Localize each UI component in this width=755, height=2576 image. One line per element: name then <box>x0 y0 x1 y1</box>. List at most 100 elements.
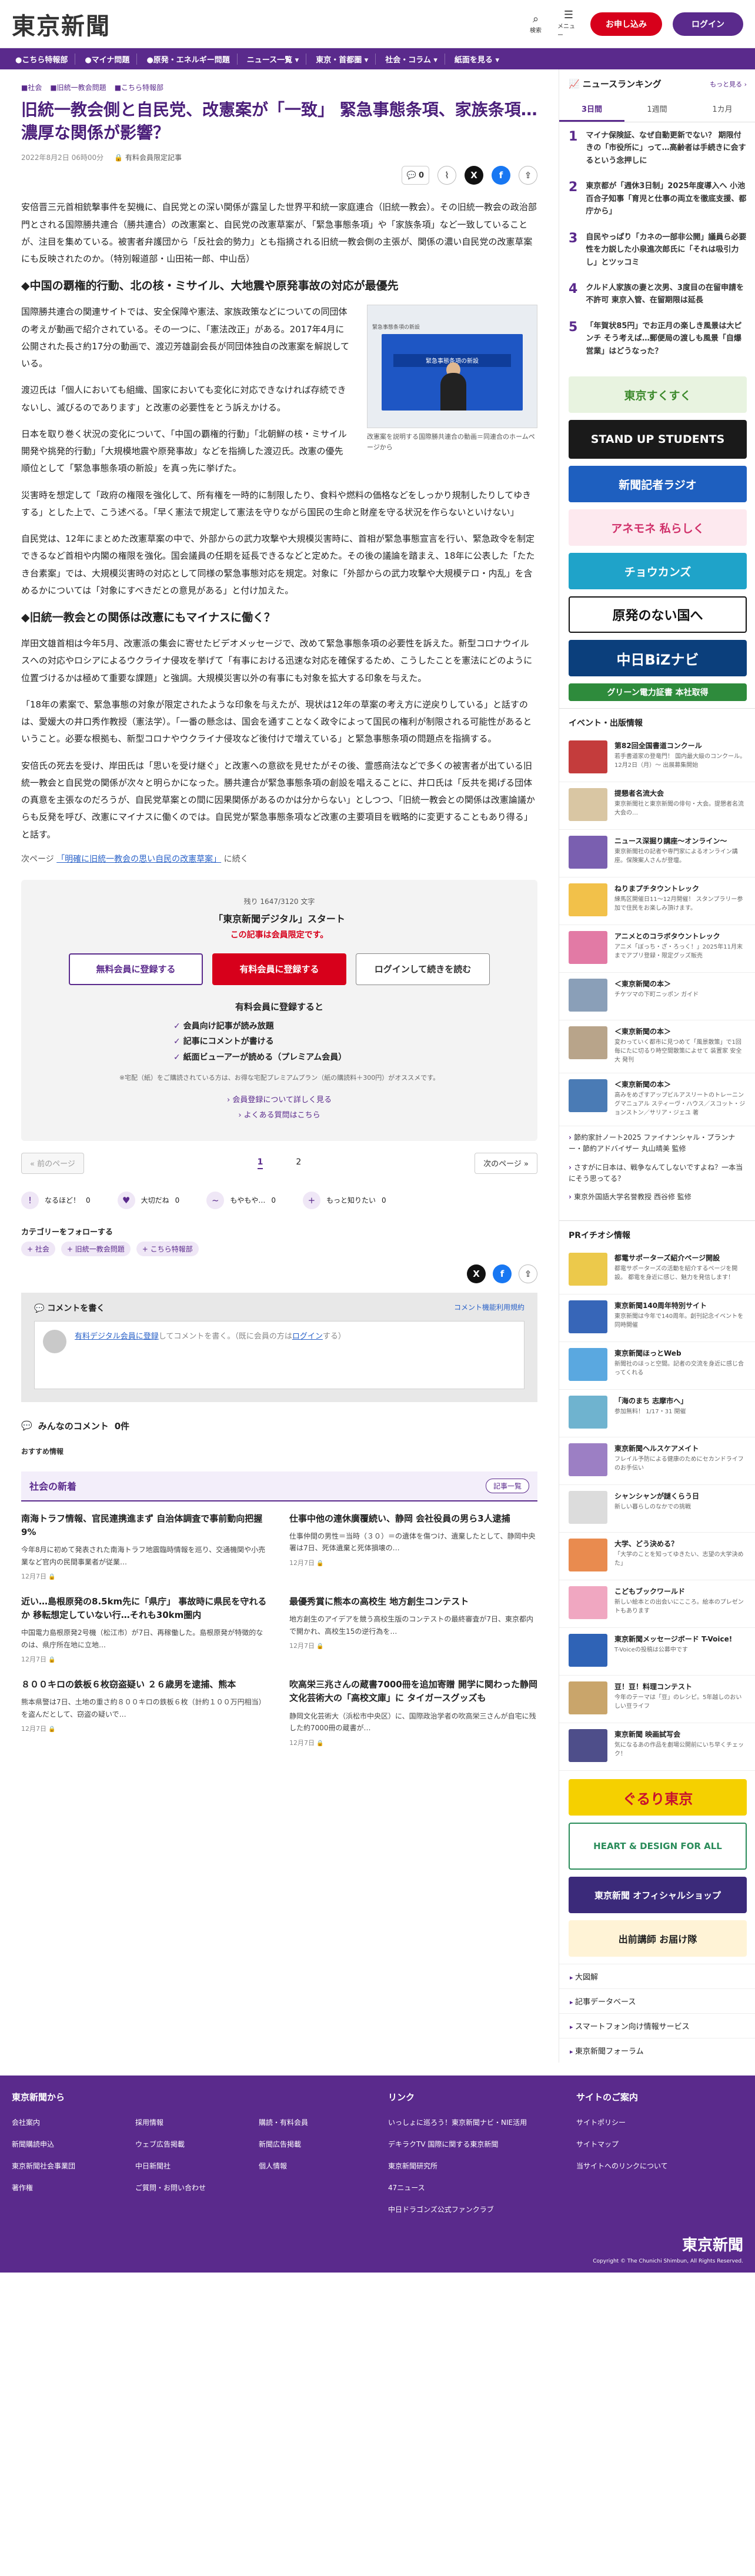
menu-forum[interactable]: 東京新聞フォーラム <box>559 2038 755 2063</box>
x-share-icon[interactable]: X <box>465 166 483 185</box>
article-photo[interactable]: 緊急事態条項の新設 緊急事態条項の新設 <box>367 305 537 429</box>
footer-link[interactable]: サイトマップ <box>576 2139 729 2149</box>
follow-tag-unification[interactable]: 旧統一教会問題 <box>61 1241 131 1256</box>
register-link[interactable]: 有料デジタル会員に登録 <box>75 1332 159 1341</box>
banner-green-power[interactable]: グリーン電力証書 本社取得 <box>569 683 747 702</box>
sidebar-link[interactable]: さすがに日本は、戦争なんてしないですよね？一本当にそう思ってる？ <box>569 1162 746 1184</box>
nav-tokyo[interactable]: 東京・首都圏 ▾ <box>309 53 376 65</box>
tab-3days[interactable]: 3日間 <box>559 97 624 122</box>
footer-link[interactable]: 著作権 <box>12 2183 135 2193</box>
next-page-button[interactable]: 次のページ » <box>475 1152 537 1174</box>
follow-tag-tokuhobu[interactable]: こちら特報部 <box>136 1241 199 1256</box>
footer-link[interactable]: 個人情報 <box>259 2161 382 2171</box>
pr-item[interactable]: 東京新聞ほっとWeb 新聞社のほっと空間。記者の交流を身近に感じ合ってくれる <box>559 1342 755 1390</box>
page-1[interactable]: 1 <box>257 1157 263 1169</box>
banner-heart-design[interactable]: HEART & DESIGN FOR ALL <box>569 1823 747 1870</box>
subscribe-button[interactable]: お申し込み <box>590 12 662 36</box>
comment-rules-link[interactable]: コメント機能利用規約 <box>454 1302 525 1314</box>
nav-myna[interactable]: ●マイナ問題 <box>78 53 138 65</box>
banner-demae[interactable]: 出前講師 お届け隊 <box>569 1920 747 1957</box>
nav-paper[interactable]: 紙面を見る ▾ <box>447 54 506 65</box>
banner-students[interactable]: STAND UP STUDENTS <box>569 420 747 459</box>
menu-database[interactable]: 記事データベース <box>559 1988 755 2013</box>
ranking-more-link[interactable]: もっと見る › <box>710 79 747 89</box>
x-share-icon[interactable]: X <box>467 1264 486 1283</box>
ranking-item[interactable]: 1 マイナ保険証、なぜ自動更新でない？ 期限付きの「市役所に」って…高齢者は手続き… <box>569 129 747 167</box>
pr-item[interactable]: 東京新聞ヘルスケアメイト フレイル予防による健康のためにセカンドライフのお手伝い <box>559 1437 755 1486</box>
facebook-share-icon[interactable]: f <box>492 166 510 185</box>
banner-choukans[interactable]: チョウカンズ <box>569 553 747 590</box>
pr-item[interactable]: シャンシャンが謎くらう日 新しい暮らしのなかでの挑戦 <box>559 1485 755 1533</box>
article-list-button[interactable]: 記事一覧 <box>485 1478 529 1493</box>
footer-link[interactable]: 東京新聞社会事業団 <box>12 2161 135 2171</box>
news-card[interactable]: 吹高栄三兆さんの蔵書7000冊を追加寄贈 開学に関わった静岡文化芸術大の「高校文… <box>289 1678 537 1747</box>
footer-link[interactable]: サイトポリシー <box>576 2117 729 2127</box>
follow-tag-society[interactable]: 社会 <box>21 1241 55 1256</box>
crumb-unification[interactable]: ■旧統一教会問題 <box>50 82 106 92</box>
paid-register-button[interactable]: 有料会員に登録する <box>212 953 346 985</box>
news-card[interactable]: 最優秀賞に熊本の高校生 地方創生コンテスト 地方創生のアイデアを競う高校生版のコン… <box>289 1595 537 1664</box>
event-item[interactable]: 提懇者名流大会 東京新聞社と東京新聞の俳句・大会。提懇者名流大会の… <box>559 782 755 830</box>
ranking-item[interactable]: 3 自民やっぱり「カネの一部非公開」議員ら必要性を力説した小泉進次郎氏に「それは吸… <box>569 231 747 269</box>
news-card[interactable]: ８００キロの鉄板６枚窃盗疑い ２６歳男を逮捕、熊本 熊本県警は7日、土地の重さ約８… <box>21 1678 269 1747</box>
nav-news-list[interactable]: ニュース一覧 ▾ <box>240 53 307 65</box>
free-register-button[interactable]: 無料会員に登録する <box>69 953 203 985</box>
footer-link[interactable]: 中日ドラゴンズ公式ファンクラブ <box>388 2204 564 2214</box>
share-icon[interactable]: ⇪ <box>519 1264 537 1283</box>
banner-sukusuku[interactable]: 東京すくすく <box>569 376 747 413</box>
pr-item[interactable]: こどもブックワールド 新しい絵本との出会いにこころ。絵本のプレゼントもあります <box>559 1580 755 1629</box>
banner-bizunavi[interactable]: 中日BiZナビ <box>569 640 747 677</box>
footer-link[interactable]: 採用情報 <box>135 2117 259 2127</box>
news-card[interactable]: 南海トラフ情報、官民連携進まず 自治体調査で事前動向把握9% 今年8月に初めて発表… <box>21 1512 269 1581</box>
pr-item[interactable]: 都電サポーターズ紹介ページ開設 都電サポーターズの活動を紹介するページを開設。 都… <box>559 1247 755 1295</box>
pr-item[interactable]: 東京新聞 映画試写会 気になるあの作品を劇場公開前にいち早くチェック！ <box>559 1723 755 1771</box>
login-to-read-button[interactable]: ログインして続きを読む <box>356 953 490 985</box>
clip-icon[interactable]: ⌇ <box>437 166 456 185</box>
share-icon[interactable]: ⇪ <box>519 166 537 185</box>
banner-official-shop[interactable]: 東京新聞 オフィシャルショップ <box>569 1877 747 1914</box>
pr-item[interactable]: 東京新聞メッセージボード T-Voice! T-Voiceの投稿は公募中です <box>559 1628 755 1676</box>
pr-item[interactable]: 大学、どう決める？ 「大学のことを知ってゆきたい、志望の大学決めた」 <box>559 1533 755 1581</box>
reaction-taisetsu[interactable]: ♥ 大切だね 0 <box>117 1191 179 1209</box>
sidebar-link[interactable]: 節約家計ノート2025 ファイナンシャル・プランナー・節約アドバイザー 丸山晴美… <box>569 1132 746 1154</box>
footer-link[interactable]: ウェブ広告掲載 <box>135 2139 259 2149</box>
news-card[interactable]: 仕事中他の連休廣覆続い、静岡 会社役員の男ら3人逮捕 仕事仲間の男性＝当時（３０）… <box>289 1512 537 1581</box>
next-page-link[interactable]: 「明確に旧統一教会の思い自民の改憲草案」 <box>56 855 221 864</box>
footer-link[interactable]: デキラクTV 国際に関する東京新聞 <box>388 2139 564 2149</box>
menu-daizukai[interactable]: 大図解 <box>559 1964 755 1988</box>
event-item[interactable]: ＜東京新聞の本＞ 変わっていく都市に見つめて「風景散策」で1回毎にたに切るり時空間… <box>559 1020 755 1074</box>
footer-link[interactable]: いっしょに巡ろう！東京新聞ナビ・NIE活用 <box>388 2117 564 2127</box>
banner-gururi-tokyo[interactable]: ぐるり東京 <box>569 1779 747 1816</box>
footer-link[interactable]: 購読・有料会員 <box>259 2117 382 2127</box>
ranking-item[interactable]: 2 東京都が「週休3日制」2025年度導入へ 小池百合子知事「育児と仕事の両立を徹… <box>569 180 747 218</box>
footer-link[interactable]: ご質問・お問い合わせ <box>135 2183 259 2193</box>
event-item[interactable]: アニメとのコラボタウントレック アニメ「ぼっち・ざ・ろっく！」2025年11月末ま… <box>559 925 755 973</box>
reaction-naruhodo[interactable]: ! なるほど！ 0 <box>21 1191 91 1209</box>
comment-count-button[interactable]: 💬 0 <box>401 166 429 185</box>
pr-item[interactable]: 豆！豆！料理コンテスト 今年のテーマは「豆」のレシピ。5年越しのおいしい豆ライフ <box>559 1676 755 1724</box>
footer-link[interactable]: 47ニュース <box>388 2183 564 2193</box>
search-button[interactable]: ⌕ 検索 <box>525 14 547 35</box>
menu-smartphone[interactable]: スマートフォン向け情報サービス <box>559 2013 755 2038</box>
facebook-share-icon[interactable]: f <box>493 1264 512 1283</box>
pr-item[interactable]: 東京新聞140周年特別サイト 東京新聞は今年で140周年。創刊記念イベントを同時開… <box>559 1294 755 1343</box>
footer-link[interactable]: 当サイトへのリンクについて <box>576 2161 729 2171</box>
nav-energy[interactable]: ●原発・エネルギー問題 <box>139 53 238 65</box>
site-logo[interactable]: 東京新聞 <box>12 7 111 41</box>
crumb-tokuhobu[interactable]: ■こちら特報部 <box>115 82 163 92</box>
nav-tokuhobu[interactable]: ●こちら特報部 <box>8 53 76 65</box>
banner-radio[interactable]: 新聞記者ラジオ <box>569 466 747 503</box>
tab-1week[interactable]: 1週間 <box>624 97 690 122</box>
reaction-motto[interactable]: + もっと知りたい 0 <box>302 1191 386 1209</box>
event-item[interactable]: ＜東京新聞の本＞ チケツマの下町ニッポン ガイド <box>559 973 755 1021</box>
membership-info-link[interactable]: › 会員登録について詳しく見る <box>227 1096 332 1105</box>
pr-item[interactable]: 「海のまち 志摩市へ」 参加無料！ 1/17・31 開催 <box>559 1390 755 1438</box>
crumb-society[interactable]: ■社会 <box>21 82 42 92</box>
comment-input[interactable]: 有料デジタル会員に登録してコメントを書く。（既に会員の方はログインする） <box>34 1320 525 1389</box>
news-card[interactable]: 近い…島根原発の8.5km先に「県庁」 事故時に県民を守れるか 移転想定していな… <box>21 1595 269 1664</box>
event-item[interactable]: ねりまプチタウントレック 練馬区開催日11～12月開催！ スタンプラリー参加で住民… <box>559 877 755 926</box>
faq-link[interactable]: › よくある質問はこちら <box>238 1111 320 1120</box>
footer-link[interactable]: 会社案内 <box>12 2117 135 2127</box>
ranking-item[interactable]: 5 「年賀状85円」でお正月の楽しき風景は大ピンチ そう考えば…郵便局の渡しも風景… <box>569 320 747 358</box>
menu-button[interactable]: ☰ メニュー <box>557 9 580 39</box>
